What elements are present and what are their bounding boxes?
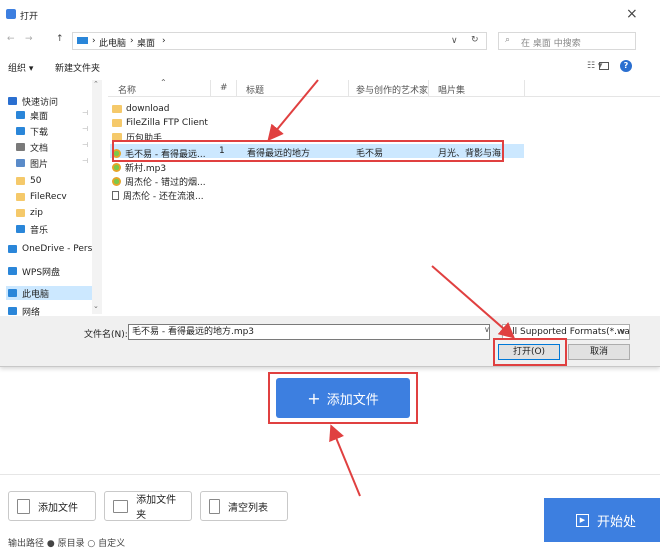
annotation-arrows [267,79,516,497]
arrow-to-add-file [329,424,361,497]
arrow-to-selected-file [267,79,319,142]
arrow-to-open-button [431,265,516,339]
